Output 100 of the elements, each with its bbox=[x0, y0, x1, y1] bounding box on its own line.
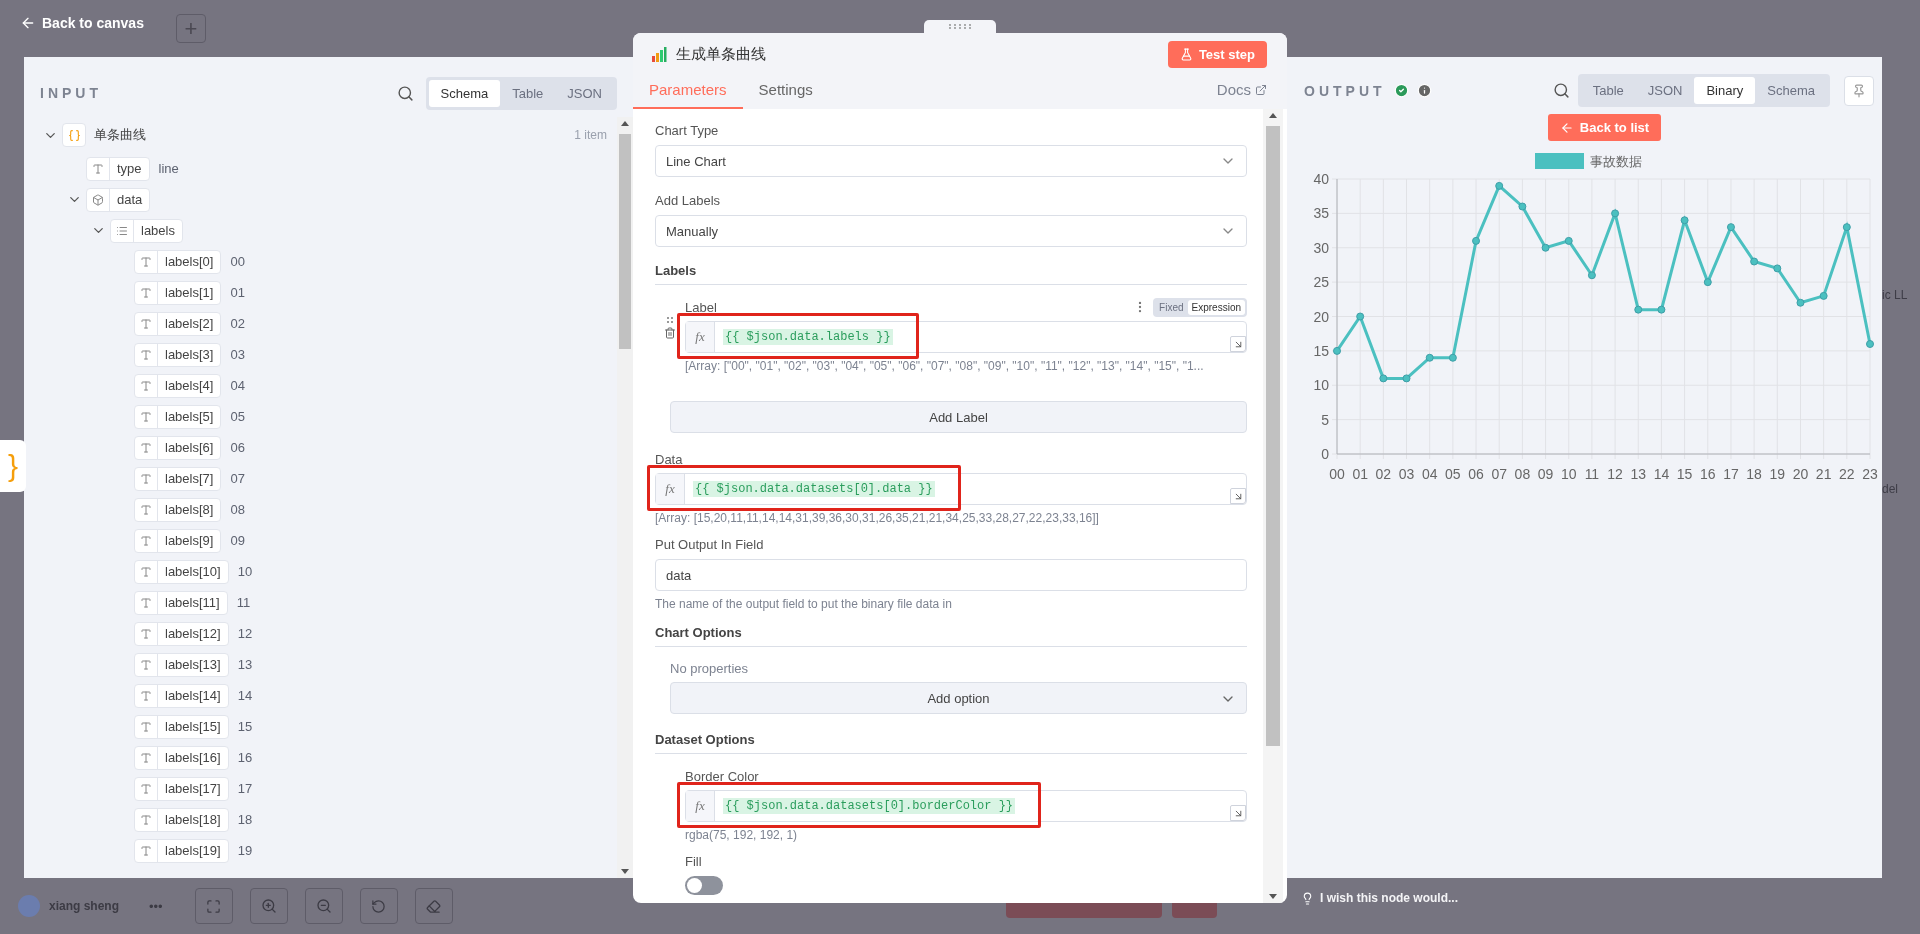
field-key: type bbox=[110, 161, 149, 176]
field-value: 01 bbox=[230, 285, 245, 300]
legend-label: 事故数据 bbox=[1590, 154, 1642, 169]
axis-tick-label: 02 bbox=[1375, 466, 1392, 482]
field-value: 18 bbox=[237, 812, 253, 827]
data-point bbox=[1448, 353, 1457, 362]
field-key: labels[17] bbox=[158, 781, 228, 796]
data-point bbox=[1425, 353, 1434, 362]
add-button[interactable]: Add Label bbox=[670, 401, 1247, 433]
reset-zoom-button[interactable] bbox=[359, 888, 398, 924]
back-to-canvas-link[interactable]: Back to canvas bbox=[20, 15, 144, 31]
flask-icon bbox=[1179, 47, 1193, 61]
search-icon[interactable] bbox=[1552, 82, 1570, 99]
field-value: 03 bbox=[230, 347, 245, 362]
section-title: Dataset Options bbox=[655, 732, 1247, 754]
data-point bbox=[1866, 340, 1874, 348]
data-point bbox=[1750, 257, 1759, 266]
view-tab[interactable]: Table bbox=[500, 79, 556, 107]
pin-button[interactable] bbox=[1844, 75, 1874, 106]
zoom-out-button[interactable] bbox=[304, 888, 343, 924]
field-hint: The name of the output field to put the binary file data in bbox=[655, 597, 953, 611]
field-value: 07 bbox=[230, 471, 245, 486]
toggle-switch[interactable] bbox=[685, 876, 723, 895]
data-point bbox=[1842, 223, 1851, 232]
field-hint: [Array: [15,20,11,11,14,14,31,39,36,30,31,26,35,21,21,34,25,33,28,27,22,23,33,16]] bbox=[655, 511, 1100, 525]
bar-chart-icon bbox=[651, 46, 667, 62]
field-key: labels[10] bbox=[158, 564, 228, 579]
axis-tick-label: 20 bbox=[1792, 466, 1809, 482]
select-field[interactable]: Line Chart bbox=[655, 145, 1247, 177]
view-tab[interactable]: Binary bbox=[1694, 77, 1756, 104]
expand-button[interactable] bbox=[1230, 805, 1246, 821]
drag-handle[interactable] bbox=[924, 20, 996, 33]
data-point bbox=[1680, 216, 1689, 225]
trash-icon[interactable] bbox=[664, 327, 676, 339]
expression-field[interactable]: fx {{ $json.data.datasets[0].borderColor }} bbox=[685, 790, 1247, 822]
scrollbar[interactable] bbox=[1263, 109, 1283, 903]
field-key: labels[5] bbox=[158, 409, 221, 424]
text-type-icon bbox=[140, 627, 152, 640]
text-type-icon bbox=[140, 565, 152, 578]
view-tab[interactable]: Schema bbox=[428, 79, 501, 107]
axis-tick-label: 04 bbox=[1421, 466, 1438, 482]
axis-tick-label: 03 bbox=[1398, 466, 1415, 482]
data-point bbox=[1611, 209, 1620, 218]
item-name: 单条曲线 bbox=[94, 126, 146, 144]
field-value: 05 bbox=[230, 409, 245, 424]
axis-tick-label: 5 bbox=[1321, 411, 1329, 428]
field-key: labels[12] bbox=[158, 626, 228, 641]
test-step-button[interactable]: Test step bbox=[1167, 40, 1267, 68]
more-menu[interactable]: ••• bbox=[149, 898, 163, 914]
field-value: 19 bbox=[237, 843, 253, 858]
axis-tick-label: 15 bbox=[1313, 342, 1329, 359]
panel-title: INPUT bbox=[40, 85, 102, 101]
field-key: labels[0] bbox=[158, 254, 221, 269]
view-tab[interactable]: Schema bbox=[1755, 77, 1827, 104]
axis-tick-label: 08 bbox=[1514, 466, 1531, 482]
expand-button[interactable] bbox=[1230, 488, 1246, 504]
expand-button[interactable] bbox=[1230, 336, 1246, 352]
zoom-in-button[interactable] bbox=[249, 888, 288, 924]
info-icon[interactable] bbox=[1416, 83, 1432, 98]
text-type-icon bbox=[92, 162, 104, 175]
view-tab[interactable]: JSON bbox=[1635, 77, 1695, 104]
grip-dots-icon bbox=[949, 24, 971, 29]
mode-tab[interactable]: Fixed bbox=[1155, 299, 1188, 315]
text-field[interactable]: data bbox=[655, 559, 1247, 591]
axis-tick-label: 30 bbox=[1313, 239, 1329, 256]
text-type-icon bbox=[140, 348, 152, 361]
expression-field[interactable]: fx {{ $json.data.datasets[0].data }} bbox=[655, 473, 1247, 505]
data-point bbox=[1379, 374, 1388, 383]
fit-view-button[interactable] bbox=[194, 888, 233, 924]
docs-link[interactable]: Docs bbox=[1216, 81, 1267, 109]
drag-handle-icon[interactable] bbox=[667, 317, 673, 323]
text-type-icon bbox=[140, 689, 152, 702]
text-type-icon bbox=[140, 534, 152, 547]
view-tab[interactable]: JSON bbox=[555, 79, 614, 107]
data-point bbox=[1495, 181, 1504, 190]
scrollbar[interactable] bbox=[617, 117, 633, 878]
fx-label: fx bbox=[686, 791, 715, 821]
field-key: labels[3] bbox=[158, 347, 221, 362]
axis-tick-label: 15 bbox=[1676, 466, 1693, 482]
settings-tab[interactable]: Parameters bbox=[633, 81, 743, 109]
clear-button[interactable] bbox=[414, 888, 453, 924]
settings-tab[interactable]: Settings bbox=[742, 81, 829, 109]
canvas-button[interactable] bbox=[1171, 903, 1217, 918]
data-point bbox=[1796, 298, 1805, 307]
axis-tick-label: 23 bbox=[1862, 466, 1878, 482]
node-label: ic LL bbox=[1882, 288, 1909, 302]
axis-tick-label: 13 bbox=[1630, 466, 1647, 482]
expression-field[interactable]: fx {{ $json.data.labels }} bbox=[685, 321, 1247, 353]
field-label: Chart Type bbox=[655, 123, 720, 138]
back-to-list-button[interactable]: Back to list bbox=[1547, 114, 1662, 141]
add-option-button[interactable]: Add option bbox=[670, 682, 1247, 714]
text-type-icon bbox=[140, 658, 152, 671]
select-field[interactable]: Manually bbox=[655, 215, 1247, 247]
field-label: Add Labels bbox=[655, 193, 722, 208]
mode-tab[interactable]: Expression bbox=[1187, 299, 1245, 315]
feedback-link[interactable]: I wish this node would... bbox=[1320, 891, 1458, 905]
data-point bbox=[1402, 374, 1411, 383]
search-icon[interactable] bbox=[396, 84, 414, 102]
field-value: 12 bbox=[237, 626, 253, 641]
view-tab[interactable]: Table bbox=[1580, 77, 1636, 104]
